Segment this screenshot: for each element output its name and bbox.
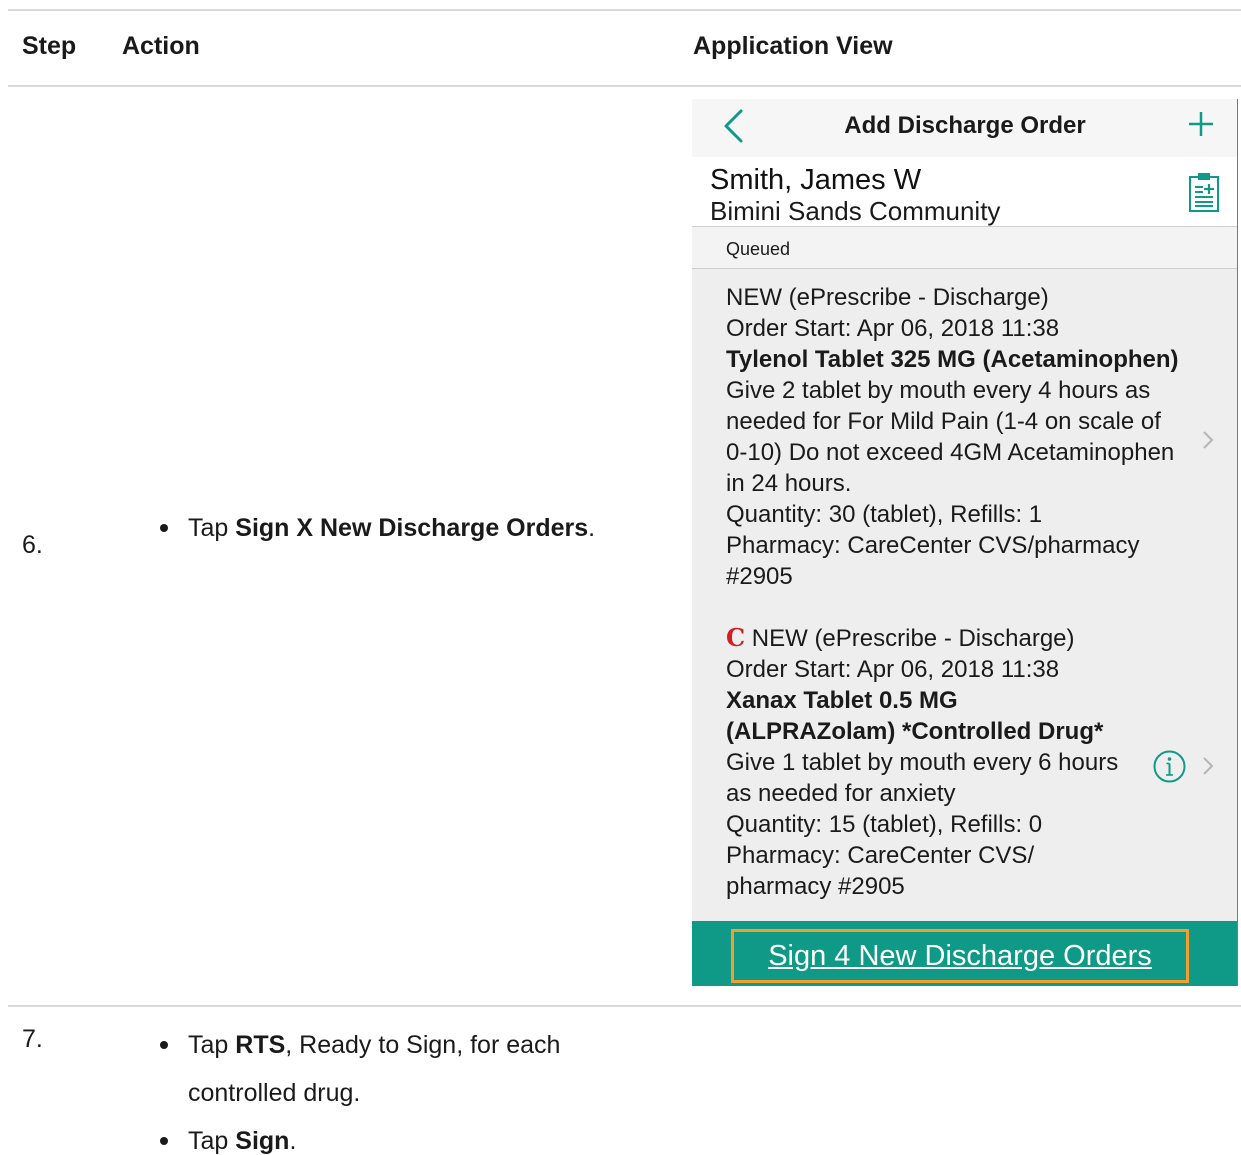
drug-name: Xanax Tablet 0.5 MG (ALPRAZolam) *Contro… [726,687,1104,745]
chevron-right-icon[interactable] [1201,755,1215,777]
step-number: 6. [22,531,43,559]
order-description: Tylenol Tablet 325 MG (Acetaminophen) Gi… [726,344,1186,499]
order-item[interactable]: C NEW (ePrescribe - Discharge) Order Sta… [726,622,1186,902]
header-application-view: Application View [693,32,893,60]
action-list: Tap RTS, Ready to Sign, for each control… [160,1021,620,1155]
controlled-drug-flag: C [726,623,746,652]
patient-name: Smith, James W [710,164,922,196]
order-description: Xanax Tablet 0.5 MG (ALPRAZolam) *Contro… [726,685,1186,809]
step-number: 7. [22,1025,43,1053]
action-keyword: Sign [235,1127,290,1155]
row-divider [8,1005,1241,1007]
sign-orders-button[interactable]: Sign 4 New Discharge Orders [731,929,1189,983]
plus-icon[interactable] [1188,111,1214,137]
nav-title: Add Discharge Order [844,112,1086,139]
nav-bar: Add Discharge Order [692,99,1237,157]
header-step: Step [22,32,77,60]
action-keyword: RTS [235,1031,286,1059]
action-item: Tap RTS, Ready to Sign, for each control… [160,1021,620,1117]
order-status: C NEW (ePrescribe - Discharge) [726,623,1075,652]
clipboard-icon[interactable] [1188,171,1220,213]
order-pharmacy: Pharmacy: CareCenter CVS/pharmacy #2905 [726,532,1140,590]
order-item[interactable]: NEW (ePrescribe - Discharge) Order Start… [726,282,1186,592]
order-pharmacy: Pharmacy: CareCenter CVS/ pharmacy #2905 [726,842,1035,900]
action-keyword: Sign X New Discharge Orders [235,514,589,542]
table-header-rule [8,85,1241,87]
info-icon[interactable] [1153,750,1186,783]
application-view: Add Discharge Order Smith, James W Bimin… [692,99,1238,986]
drug-name: Tylenol Tablet 325 MG (Acetaminophen) [726,346,1179,373]
order-status: NEW (ePrescribe - Discharge) [726,284,1049,311]
order-quantity: Quantity: 30 (tablet), Refills: 1 [726,501,1043,528]
patient-header: Smith, James W Bimini Sands Community [692,157,1237,227]
patient-facility: Bimini Sands Community [710,196,1001,226]
header-action: Action [122,32,200,60]
drug-instructions: Give 2 tablet by mouth every 4 hours as … [726,377,1175,497]
order-start: Order Start: Apr 06, 2018 11:38 [726,656,1060,683]
drug-instructions: Give 1 tablet by mouth every 6 hours as … [726,749,1119,807]
action-item: Tap Sign X New Discharge Orders. [160,504,595,552]
queued-section-header: Queued [692,227,1237,269]
action-item: Tap Sign. [160,1117,620,1155]
action-list: Tap Sign X New Discharge Orders. [160,504,595,552]
chevron-right-icon[interactable] [1201,429,1215,451]
sign-bar: Sign 4 New Discharge Orders [692,921,1237,986]
order-start: Order Start: Apr 06, 2018 11:38 [726,315,1060,342]
table-top-rule [8,9,1241,11]
section-label: Queued [726,239,791,259]
order-quantity: Quantity: 15 (tablet), Refills: 0 [726,811,1043,838]
